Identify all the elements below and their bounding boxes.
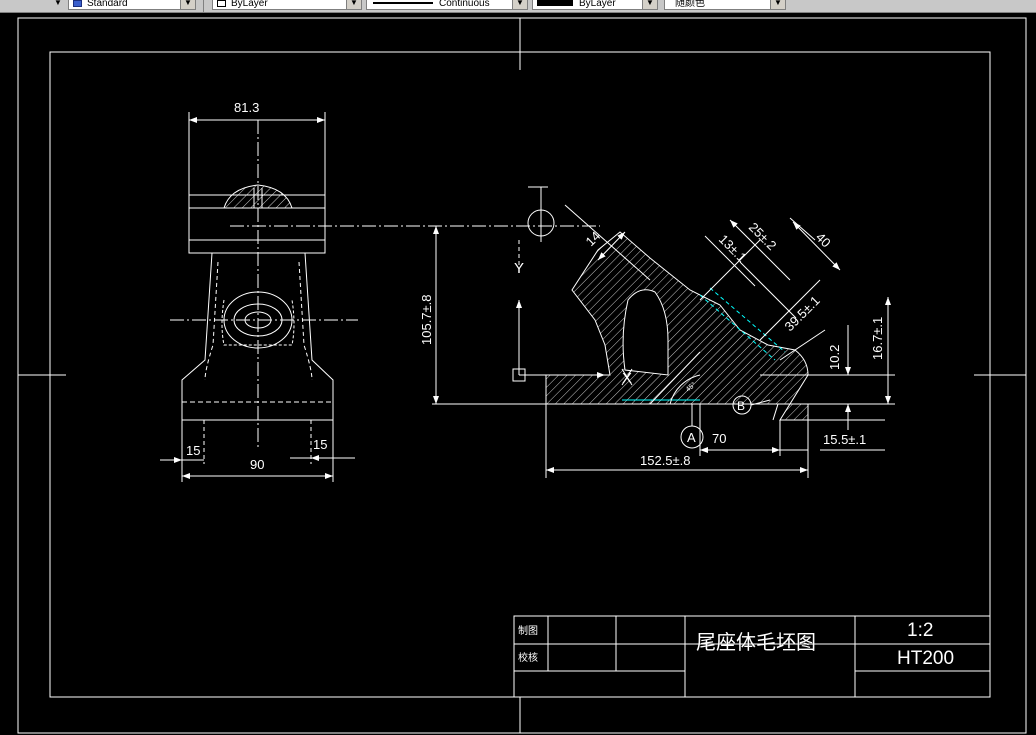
title-drawn-label: 制图 xyxy=(518,624,538,637)
dim-15-5-text: 15.5±.1 xyxy=(823,432,866,447)
plot-style-combo[interactable]: 随颜色 ▼ xyxy=(664,0,786,10)
drawing-canvas[interactable]: 81.3 15 15 90 105.7±.8 14 25±.2 13±.1 40… xyxy=(0,12,1036,735)
dim-14-text: 14 xyxy=(583,228,604,249)
chevron-down-icon[interactable]: ▼ xyxy=(50,0,66,10)
dim-70-text: 70 xyxy=(712,431,726,446)
axis-y-label: Y xyxy=(514,260,524,277)
chevron-down-icon[interactable]: ▼ xyxy=(180,0,195,9)
linetype-value: Continuous xyxy=(439,0,490,9)
text-style-value: Standard xyxy=(87,0,128,9)
toolbar-separator xyxy=(203,0,204,12)
lineweight-value: ByLayer xyxy=(579,0,616,9)
dim-25-text: 25±.2 xyxy=(746,220,780,254)
plot-style-value: 随颜色 xyxy=(675,0,705,9)
dim-left-15-text: 15 xyxy=(186,443,200,458)
dim-39-text: 39.5±.1 xyxy=(782,293,823,334)
color-swatch-icon xyxy=(217,0,226,7)
datum-a-label: A xyxy=(687,430,696,445)
dim-40-text: 40 xyxy=(813,230,834,251)
dim-base-width-text: 90 xyxy=(250,457,264,472)
section-window xyxy=(622,289,669,376)
dim-152-text: 152.5±.8 xyxy=(640,453,691,468)
title-scale: 1:2 xyxy=(907,620,933,641)
chevron-down-icon[interactable]: ▼ xyxy=(512,0,527,9)
chevron-down-icon[interactable]: ▼ xyxy=(642,0,657,9)
lineweight-preview-icon xyxy=(537,0,573,6)
left-view xyxy=(160,112,600,482)
dim-10-text: 10.2 xyxy=(827,345,842,370)
part-section xyxy=(545,231,809,421)
dim-right-15-text: 15 xyxy=(313,437,327,452)
linetype-preview-icon xyxy=(373,2,433,4)
text-style-combo[interactable]: Standard ▼ xyxy=(68,0,196,10)
dim-16-text: 16.7±.1 xyxy=(870,317,885,360)
chevron-down-icon[interactable]: ▼ xyxy=(346,0,361,9)
title-material: HT200 xyxy=(897,648,954,669)
linetype-combo[interactable]: Continuous ▼ xyxy=(366,0,528,10)
color-value: ByLayer xyxy=(231,0,268,9)
axis-x-label: X xyxy=(622,370,632,387)
color-combo[interactable]: ByLayer ▼ xyxy=(212,0,362,10)
lineweight-combo[interactable]: ByLayer ▼ xyxy=(532,0,658,10)
dim-13-text: 13±.1 xyxy=(716,232,750,266)
title-text: 尾座体毛坯图 xyxy=(696,631,816,654)
text-style-icon xyxy=(73,0,82,7)
dim-height-main-text: 105.7±.8 xyxy=(419,294,434,345)
chevron-down-icon[interactable]: ▼ xyxy=(770,0,785,9)
dim-top-width-text: 81.3 xyxy=(234,100,259,115)
title-checked-label: 校核 xyxy=(518,651,538,664)
datum-b-label: B xyxy=(737,399,745,413)
